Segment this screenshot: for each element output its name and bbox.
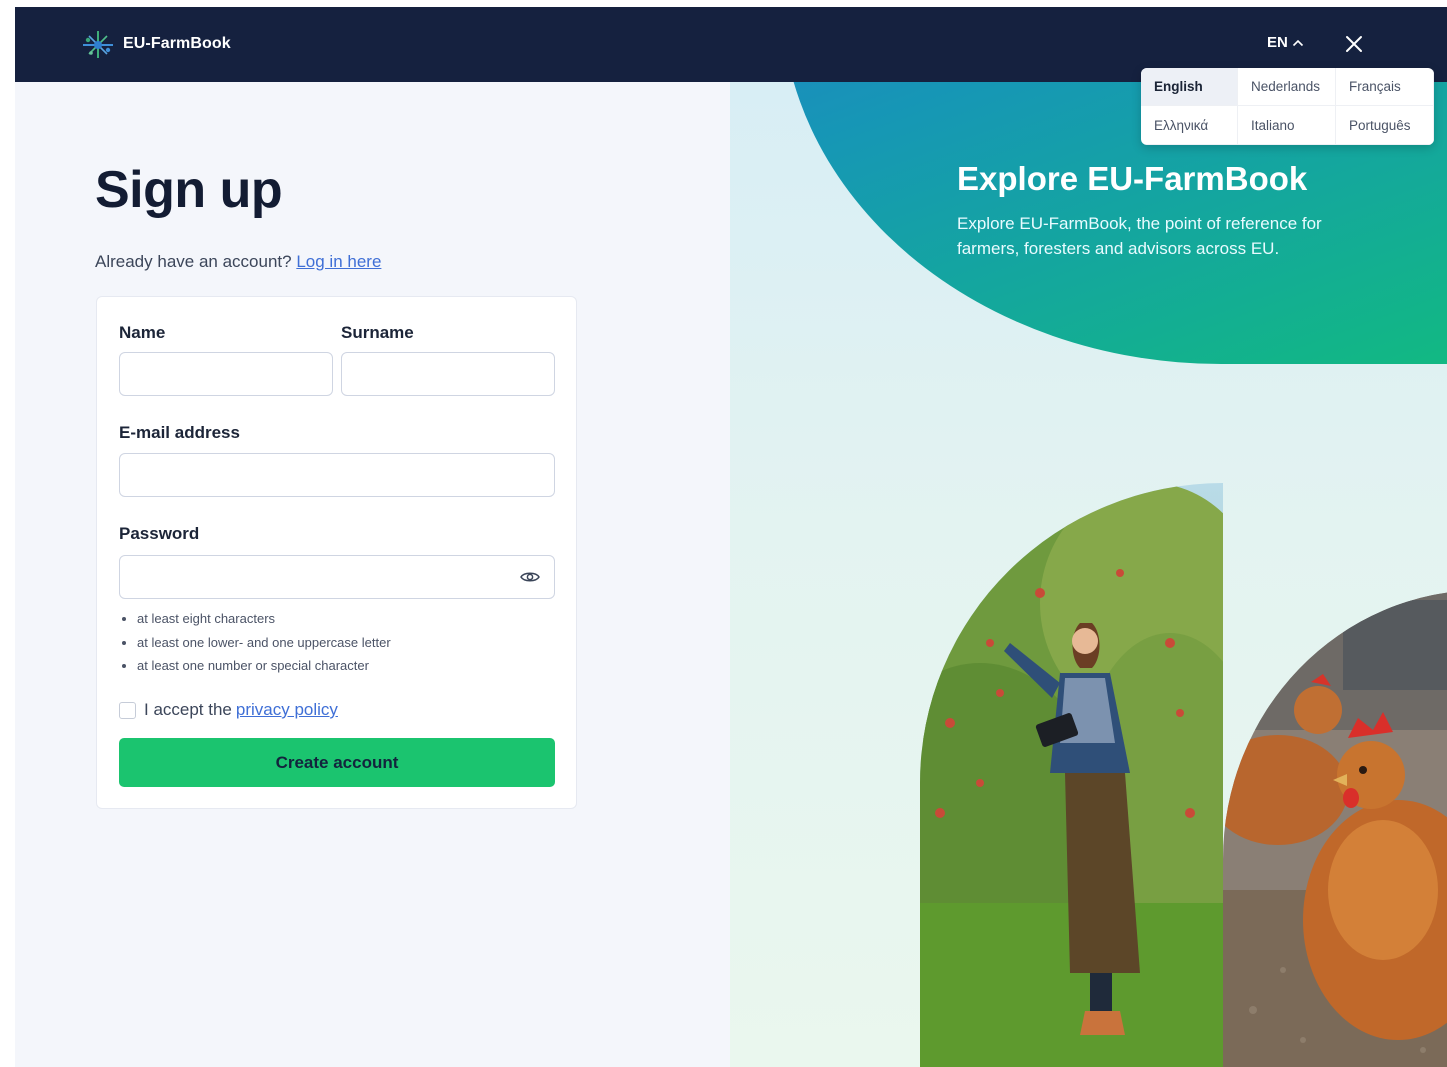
password-label: Password [119,524,200,543]
login-prompt: Already have an account? Log in here [95,252,381,272]
farmer-orchard-photo [920,483,1223,1067]
create-account-button[interactable]: Create account [119,738,555,787]
promo-title: Explore EU-FarmBook [957,160,1308,197]
accept-text: I accept the [144,700,232,719]
promo-description: Explore EU-FarmBook, the point of refere… [957,214,1322,258]
password-input[interactable] [119,555,555,599]
password-rule: at least one lower- and one uppercase le… [137,631,391,655]
surname-label: Surname [341,323,414,342]
brand-logo[interactable]: EU-FarmBook [79,27,231,61]
language-code: EN [1267,34,1288,51]
signup-panel: Sign up Already have an account? Log in … [15,82,730,1067]
name-input[interactable] [119,352,333,396]
farmbook-logo-icon [83,31,113,58]
surname-input[interactable] [341,352,555,396]
close-icon[interactable] [1344,34,1364,54]
language-option-french[interactable]: Français [1336,68,1434,106]
password-rules: at least eight characters at least one l… [123,607,391,678]
language-option-portuguese[interactable]: Português [1336,106,1434,145]
language-option-english[interactable]: English [1141,68,1238,106]
password-rule: at least eight characters [137,607,391,631]
chevron-up-icon [1292,39,1303,46]
page-title: Sign up [95,161,283,219]
app-window: EU-FarmBook EN Sign up Already have an a… [15,7,1447,1067]
password-rule: at least one number or special character [137,654,391,678]
language-menu: English Nederlands Français Ελληνικά Ita… [1141,68,1434,145]
name-label: Name [119,323,166,342]
signup-form-card: Name Surname E-mail address Password at … [96,296,577,809]
email-input[interactable] [119,453,555,497]
chickens-photo [1223,590,1447,1067]
email-label: E-mail address [119,423,240,442]
language-option-dutch[interactable]: Nederlands [1238,68,1336,106]
brand-name: EU-FarmBook [123,35,231,52]
login-link[interactable]: Log in here [296,252,381,271]
promo-panel: Explore EU-FarmBook Explore EU-FarmBook,… [730,82,1447,1067]
language-selector[interactable]: EN [1267,34,1304,51]
language-option-italian[interactable]: Italiano [1238,106,1336,145]
have-account-text: Already have an account? [95,252,292,271]
language-option-greek[interactable]: Ελληνικά [1141,106,1238,145]
privacy-checkbox[interactable] [119,701,136,719]
privacy-policy-link[interactable]: privacy policy [236,700,338,720]
eye-icon[interactable] [520,570,540,584]
privacy-consent: I accept the privacy policy [119,700,338,720]
